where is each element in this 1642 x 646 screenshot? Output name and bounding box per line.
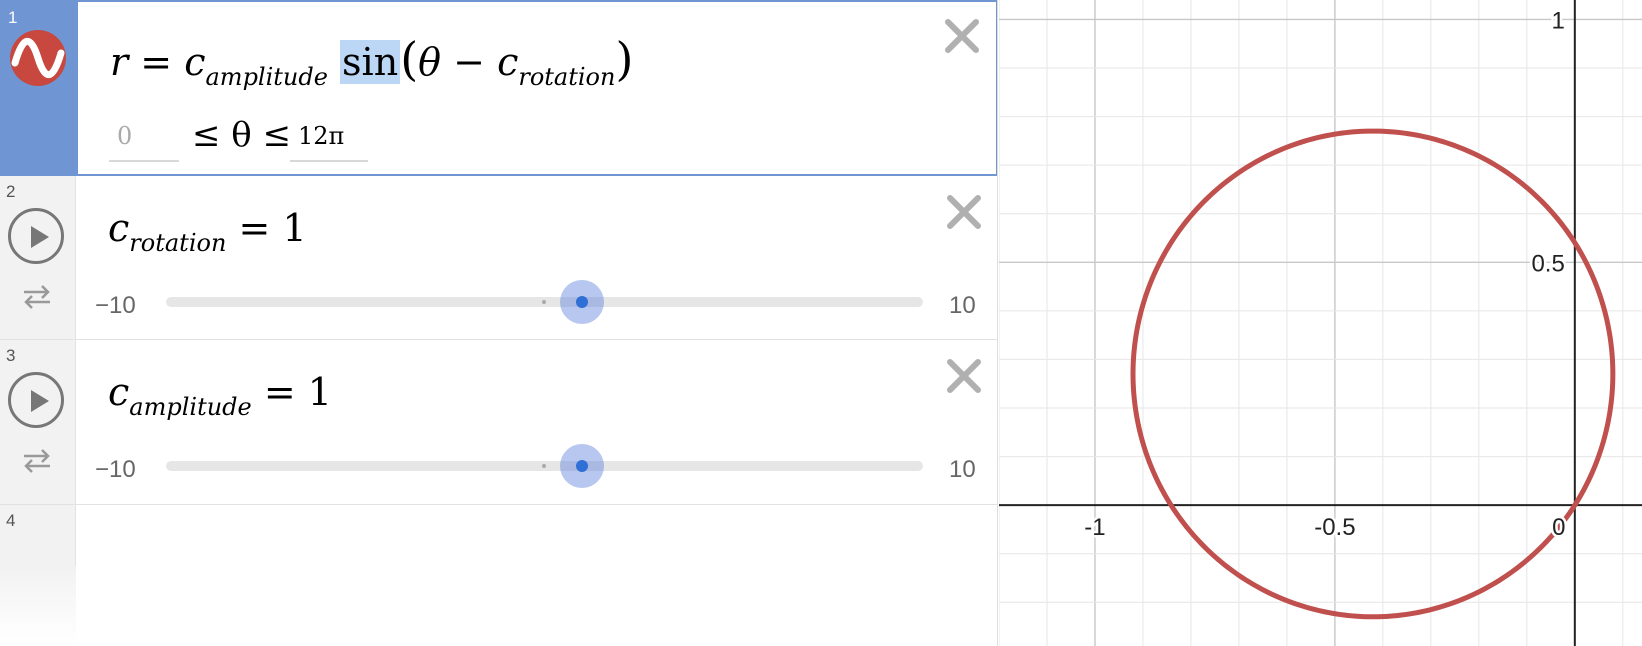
domain-max-input[interactable]: 12π (290, 122, 368, 162)
slider-track[interactable] (166, 297, 923, 307)
var-r: r (110, 40, 129, 84)
loop-icon[interactable] (20, 282, 54, 310)
play-icon[interactable] (8, 208, 64, 264)
expression-list: 1 r = camplitude sin(θ − crotation) 0 ≤ … (0, 0, 998, 646)
polar-curve[interactable] (1130, 128, 1616, 620)
expression-4[interactable]: 4 (0, 505, 997, 646)
delete-expression-button[interactable] (944, 356, 984, 396)
x-tick-label: -0.5 (1314, 514, 1355, 541)
slider-handle[interactable] (560, 280, 605, 324)
expression-index: 3 (6, 346, 16, 365)
expression-2[interactable]: 2 crotation = 1 −10 10 (0, 176, 997, 340)
expression-gutter: 2 (0, 176, 76, 339)
minus-sign: − (453, 40, 485, 84)
x-tick-label: -1 (1084, 514, 1105, 541)
domain-inequality: ≤ θ ≤ (192, 115, 292, 155)
x-tick-label: 0 (1552, 514, 1565, 541)
polar-curve-icon[interactable] (9, 29, 67, 87)
var-c-rotation: crotation (497, 40, 616, 91)
slider-track[interactable] (166, 461, 923, 471)
delete-expression-button[interactable] (942, 16, 982, 56)
equals-sign: = (140, 40, 173, 84)
y-tick-label: 0.5 (1531, 250, 1564, 277)
close-icon (945, 19, 979, 53)
slider-equation[interactable]: crotation = 1 (108, 206, 307, 257)
expression-1[interactable]: 1 r = camplitude sin(θ − crotation) 0 ≤ … (0, 0, 997, 176)
close-icon (947, 195, 981, 229)
close-icon (947, 359, 981, 393)
expression-3[interactable]: 3 camplitude = 1 −10 10 (0, 340, 997, 505)
slider-equation[interactable]: camplitude = 1 (108, 370, 332, 421)
graph-canvas[interactable]: -1-1 -0.5-0.5 00110.50.5 (999, 0, 1642, 646)
var-theta: θ (418, 40, 442, 84)
expression-index: 1 (8, 8, 18, 27)
domain-min-input[interactable]: 0 (109, 122, 179, 162)
loop-icon[interactable] (20, 446, 54, 474)
slider-max-label[interactable]: 10 (949, 456, 976, 484)
var-c-amplitude: camplitude (184, 40, 328, 91)
close-paren: ) (615, 32, 634, 86)
slider-max-label[interactable]: 10 (949, 292, 976, 320)
expression-gutter: 4 (0, 505, 76, 646)
slider-min-label[interactable]: −10 (95, 456, 136, 484)
expression-index: 2 (6, 182, 16, 201)
sin-function[interactable]: sin (340, 40, 401, 84)
slider-handle[interactable] (560, 444, 605, 488)
expression-gutter: 1 (2, 2, 78, 174)
expression-gutter: 3 (0, 340, 76, 504)
slider-min-label[interactable]: −10 (95, 292, 136, 320)
y-tick-label: 1 (1551, 7, 1564, 34)
slider-value[interactable]: 1 (308, 370, 332, 414)
delete-expression-button[interactable] (944, 192, 984, 232)
slider-value[interactable]: 1 (282, 206, 306, 250)
slider-zero-mark (542, 300, 546, 304)
open-paren: ( (400, 32, 419, 86)
play-icon[interactable] (8, 372, 64, 428)
slider-zero-mark (542, 464, 546, 468)
graph-paper[interactable]: -1 -1 -0.5 -0.5 0 0 1 1 0.5 0.5 (999, 0, 1642, 646)
polar-equation[interactable]: r = camplitude sin(θ − crotation) (110, 32, 633, 91)
expression-index: 4 (6, 511, 16, 530)
